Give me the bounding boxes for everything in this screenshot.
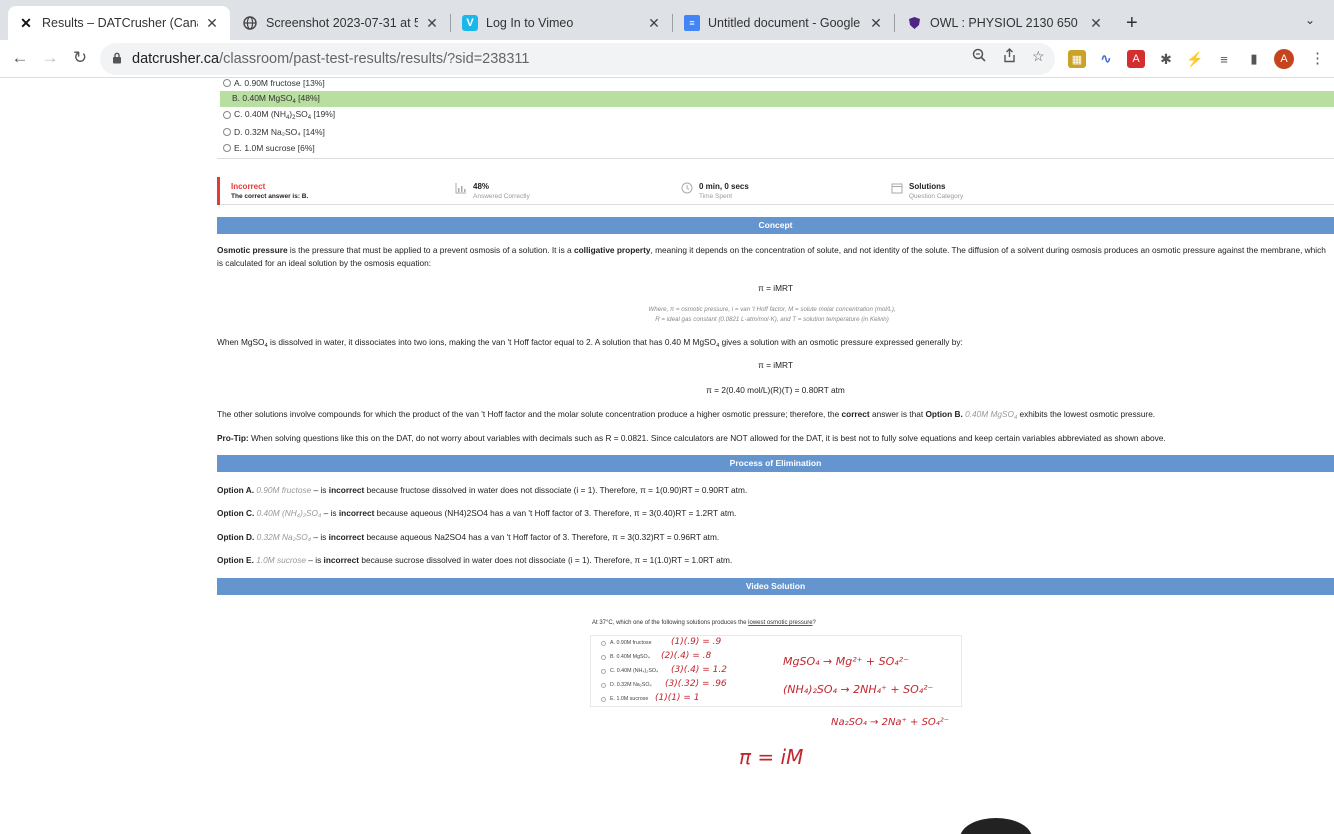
bookmark-star-icon[interactable]: ☆	[1032, 48, 1045, 65]
result-stats: Incorrect The correct answer is: B. 48% …	[217, 177, 1334, 205]
conclusion-paragraph: The other solutions involve compounds fo…	[217, 409, 1156, 421]
ink-reaction-nh4: (NH₄)₂SO₄ → 2NH₄⁺ + SO₄²⁻	[783, 683, 934, 696]
choice-a[interactable]: A. 0.90M fructose [13%]	[220, 78, 1334, 91]
wave-extension-icon[interactable]: ∿	[1097, 50, 1115, 68]
elimination-option-d: Option D. 0.32M Na₂SO₄ – is incorrect be…	[217, 532, 720, 542]
answer-choices: A. 0.90M fructose [13%] B. 0.40M MgSO4 […	[217, 78, 1334, 159]
ink-reaction-na2so4: Na₂SO₄ → 2Na⁺ + SO₄²⁻	[831, 717, 950, 728]
more-menu-icon[interactable]: ⋮	[1310, 49, 1325, 67]
mgso4-paragraph: When MgSO4 is dissolved in water, it dis…	[217, 337, 963, 349]
vimeo-icon: V	[462, 15, 478, 31]
share-icon[interactable]	[1003, 48, 1016, 66]
x-logo-icon: ✕	[20, 14, 32, 31]
choice-d[interactable]: D. 0.32M Na₂SO₄ [14%]	[220, 124, 1334, 140]
bar-chart-icon	[455, 182, 467, 194]
zoom-icon[interactable]	[972, 48, 986, 65]
media-control-icon[interactable]: ≡	[1215, 50, 1233, 68]
elimination-option-c: Option C. 0.40M (NH₄)₂SO₄ – is incorrect…	[217, 508, 737, 518]
pro-tip: Pro-Tip: When solving questions like thi…	[217, 433, 1166, 443]
video-option: B. 0.40M MgSO₄	[601, 654, 650, 660]
equation-note-1: Where, π = osmotic pressure, i = van 't …	[648, 306, 896, 313]
video-player[interactable]: At 37°C, which one of the following solu…	[585, 615, 1005, 834]
calendar-icon	[891, 182, 903, 194]
pdf-extension-icon[interactable]: A	[1127, 50, 1145, 68]
tab-separator	[450, 14, 451, 32]
category-stat: Solutions Question Category	[891, 182, 963, 200]
reload-icon[interactable]: ↻	[70, 48, 90, 68]
page-content: A. 0.90M fructose [13%] B. 0.40M MgSO4 […	[0, 78, 1334, 834]
close-icon[interactable]: ✕	[204, 15, 220, 32]
lock-icon	[112, 52, 126, 67]
tab-separator	[894, 14, 895, 32]
tab-separator	[672, 14, 673, 32]
address-bar[interactable]: datcrusher.ca/classroom/past-test-result…	[100, 43, 1055, 75]
choice-b-correct[interactable]: B. 0.40M MgSO4 [48%]	[220, 91, 1334, 107]
chevron-down-icon[interactable]: ⌄	[1305, 13, 1315, 27]
video-option: A. 0.90M fructose	[601, 640, 652, 646]
percent-stat: 48% Answered Correctly	[455, 182, 530, 200]
tab-screenshot[interactable]: Screenshot 2023-07-31 at 5.0 ✕	[232, 6, 450, 40]
result-stat: Incorrect The correct answer is: B.	[231, 182, 309, 200]
video-question: At 37°C, which one of the following solu…	[592, 620, 816, 626]
close-icon[interactable]: ✕	[646, 15, 662, 32]
equation-note-2: R = ideal gas constant (0.0821 L·atm/mol…	[655, 316, 889, 323]
back-icon[interactable]: ←	[10, 48, 30, 68]
globe-icon	[242, 15, 258, 31]
close-icon[interactable]: ✕	[1088, 15, 1104, 32]
tab-google-docs[interactable]: ≡ Untitled document - Google Do ✕	[674, 6, 894, 40]
forward-icon[interactable]: →	[40, 48, 60, 68]
docs-icon: ≡	[684, 15, 700, 31]
puzzle-icon[interactable]: ✱	[1157, 50, 1175, 68]
ink-reaction-mgso4: MgSO₄ → Mg²⁺ + SO₄²⁻	[783, 655, 909, 668]
ink-calc-e: (1)(1) = 1	[655, 693, 700, 703]
ink-calc-d: (3)(.32) = .96	[665, 679, 727, 689]
ink-calc-b: (2)(.4) = .8	[661, 651, 712, 661]
incorrect-indicator	[217, 177, 220, 205]
elimination-header: Process of Elimination	[217, 455, 1334, 472]
radio-icon[interactable]	[223, 79, 231, 87]
tab-datcrusher[interactable]: ✕ Results – DATCrusher (Canadia ✕	[8, 6, 230, 40]
elimination-option-a: Option A. 0.90M fructose – is incorrect …	[217, 485, 748, 495]
clock-icon	[681, 182, 693, 194]
elimination-option-e: Option E. 1.0M sucrose – is incorrect be…	[217, 555, 733, 565]
video-option: E. 1.0M sucrose	[601, 696, 648, 702]
equation-general: π = iMRT	[758, 360, 793, 370]
equation-osmotic: π = iMRT	[758, 283, 793, 293]
avatar[interactable]: A	[1274, 49, 1294, 69]
time-stat: 0 min, 0 secs Time Spent	[681, 182, 749, 200]
close-icon[interactable]: ✕	[868, 15, 884, 32]
video-option: D. 0.32M Na₂SO₄	[601, 682, 652, 688]
radio-icon[interactable]	[223, 128, 231, 136]
url-path: /classroom/past-test-results/results/?si…	[219, 51, 530, 67]
video-option: C. 0.40M (NH₄)₂SO₄	[601, 668, 658, 674]
concept-paragraph: Osmotic pressure is the pressure that mu…	[217, 245, 1326, 268]
tab-vimeo[interactable]: V Log In to Vimeo ✕	[452, 6, 672, 40]
ink-pi-equation: π = iM	[739, 745, 804, 769]
radio-icon[interactable]	[223, 111, 231, 119]
tab-strip: ✕ Results – DATCrusher (Canadia ✕ Screen…	[0, 0, 1334, 40]
performance-icon[interactable]: ⚡	[1186, 50, 1204, 68]
shield-icon	[906, 15, 922, 31]
equation-mgso4: π = 2(0.40 mol/L)(R)(T) = 0.80RT atm	[706, 385, 845, 395]
radio-icon[interactable]	[223, 144, 231, 152]
new-tab-icon[interactable]: +	[1126, 12, 1138, 35]
side-panel-icon[interactable]: ▮	[1245, 50, 1263, 68]
calculator-extension-icon[interactable]: ▦	[1068, 50, 1086, 68]
ink-calc-a: (1)(.9) = .9	[671, 637, 722, 647]
choice-e[interactable]: E. 1.0M sucrose [6%]	[220, 140, 1334, 156]
close-icon[interactable]: ✕	[424, 15, 440, 32]
video-solution-header: Video Solution	[217, 578, 1334, 595]
choice-c[interactable]: C. 0.40M (NH4)2SO4 [19%]	[220, 107, 1334, 123]
video-options-box: A. 0.90M fructose B. 0.40M MgSO₄ C. 0.40…	[590, 635, 962, 707]
concept-header: Concept	[217, 217, 1334, 234]
ink-calc-c: (3)(.4) = 1.2	[671, 665, 727, 675]
url-domain: datcrusher.ca	[132, 51, 220, 67]
tab-owl[interactable]: OWL : PHYSIOL 2130 650 SU2 ✕	[896, 6, 1114, 40]
browser-toolbar: ← → ↻ datcrusher.ca/classroom/past-test-…	[0, 40, 1334, 78]
